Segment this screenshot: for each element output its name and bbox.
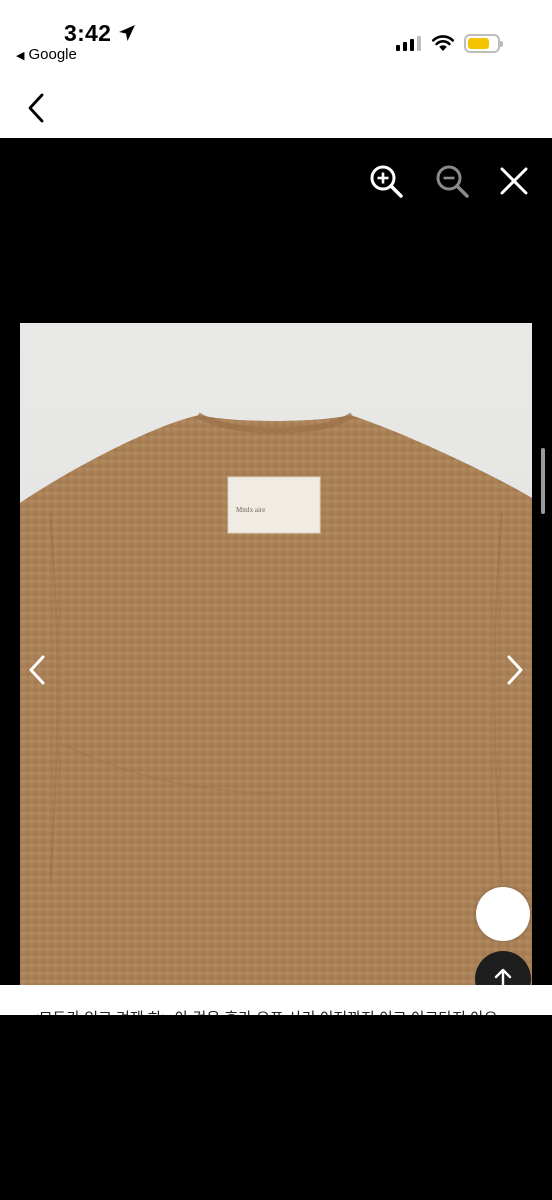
scrollbar[interactable]: [541, 448, 545, 514]
back-button[interactable]: [24, 92, 50, 124]
location-arrow-icon: [119, 25, 135, 41]
battery-icon: [464, 34, 503, 53]
label-text: Mmlx aire: [236, 506, 265, 514]
cellular-signal-icon: [396, 36, 421, 51]
zoom-in-icon[interactable]: [368, 163, 404, 199]
back-to-app-link[interactable]: ◀ Google: [16, 46, 77, 63]
previous-image-button[interactable]: [24, 652, 52, 688]
clock: 3:42: [64, 20, 112, 46]
caption-strip: <모두가 입고 겨제 하> 아 것은 후가 오프 사기 이저까지 이고 이크다지…: [0, 985, 552, 1015]
zoom-out-icon[interactable]: [434, 163, 470, 199]
product-photo[interactable]: Mmlx aire: [20, 323, 532, 985]
close-icon[interactable]: [496, 163, 532, 199]
status-bar: 3:42 ◀ Google: [0, 0, 552, 138]
back-triangle-icon: ◀: [16, 50, 25, 62]
next-image-button[interactable]: [500, 652, 528, 688]
wifi-icon: [431, 35, 455, 51]
viewer-bottom-area: [0, 1015, 552, 1200]
battery-level: [468, 38, 489, 49]
caption-text: <모두가 입고 겨제 하> 아 것은 후가 오프 사기 이저까지 이고 이크다지…: [30, 1007, 498, 1015]
back-app-label: Google: [28, 46, 77, 63]
floating-action-button[interactable]: [476, 887, 530, 941]
